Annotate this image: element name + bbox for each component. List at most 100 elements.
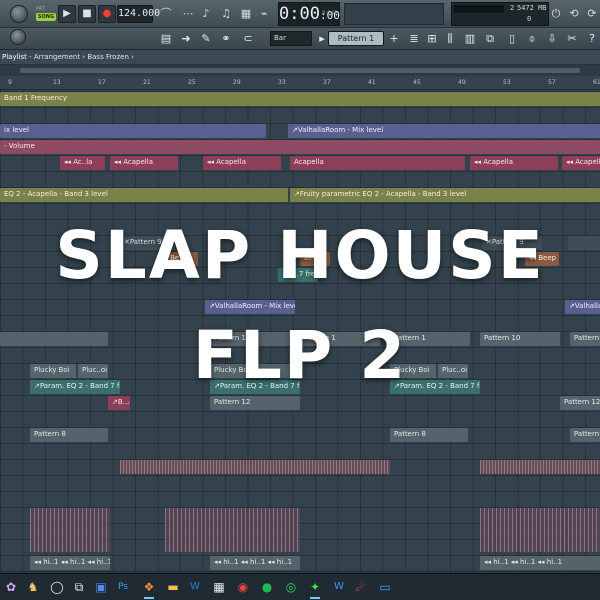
clip-band1-frequency[interactable]: Band 1 Frequency	[0, 92, 600, 106]
clip-acapella-4[interactable]: Acapella	[290, 156, 465, 170]
cpu-graph-icon[interactable]: ⏻	[548, 6, 564, 22]
undo-icon[interactable]: ⟲	[566, 6, 582, 22]
playlist-icon[interactable]: ≣	[406, 31, 422, 47]
time-display[interactable]: 0:00:00 M:S:CS	[278, 2, 340, 26]
task-view-icon[interactable]: ⧉	[70, 578, 88, 596]
clip-eq2-left[interactable]: EQ 2 - Acapella - Band 3 level	[0, 188, 288, 202]
clip-acapella-3[interactable]: ◂◂ Acapella	[203, 156, 281, 170]
word-icon[interactable]: W	[186, 578, 204, 596]
project-info-icon[interactable]: ▯	[504, 31, 520, 47]
master-volume-knob[interactable]	[10, 5, 28, 23]
clip-pattern12-a[interactable]: Pattern 12	[210, 396, 300, 410]
clip-acapella-6[interactable]: ◂◂ Acapella	[562, 156, 600, 170]
clip-mix-level-left[interactable]: ix level	[0, 124, 266, 138]
clip-valhalla-mix-2[interactable]: ↗ValhallaRoom - Mix level	[205, 300, 295, 314]
pitch-knob[interactable]	[10, 29, 26, 45]
fl-studio-2-icon[interactable]: ✦	[306, 578, 324, 599]
clip-pattern12-b[interactable]: Pattern 12	[560, 396, 600, 410]
clip-valhalla-mix-3[interactable]: ↗ValhallaR	[565, 300, 600, 314]
tempo-display[interactable]: 124.000	[117, 5, 160, 23]
clip-acapella-5[interactable]: ◂◂ Acapella	[470, 156, 558, 170]
piano-roll-icon[interactable]: ▤	[158, 31, 174, 47]
arrow-tool-icon[interactable]: ➜	[178, 31, 194, 47]
link-tool-icon[interactable]: ⚭	[218, 31, 234, 47]
wavepad-icon[interactable]: W	[330, 578, 348, 596]
clip-drums-1[interactable]	[30, 508, 110, 552]
ruler-bar-49: 49	[458, 79, 466, 86]
mixer-icon[interactable]: ⫼	[442, 31, 458, 47]
plugin-picker-icon[interactable]: ⧉	[482, 31, 498, 47]
pattern-selector[interactable]: Pattern 1	[328, 31, 384, 46]
clip-pattern8-a[interactable]: Pattern 8	[30, 428, 108, 442]
horizontal-scrollbar[interactable]	[0, 66, 600, 75]
clip-acapella-2[interactable]: ◂◂ Acapella	[110, 156, 178, 170]
cpu-value: 2	[510, 4, 515, 12]
clip-hi-row-3[interactable]: ◂◂ hi..1 ◂◂ hi..1 ◂◂ hi..1	[480, 556, 600, 570]
countdown-icon[interactable]: ⋯	[180, 6, 196, 22]
step-record-icon[interactable]: ♪	[198, 6, 214, 22]
fl-studio-icon[interactable]: ❖	[140, 578, 158, 599]
pattern-song-toggle[interactable]: PAT SONG	[36, 6, 56, 22]
zoom-icon[interactable]: ▣	[92, 578, 110, 596]
tools-icon[interactable]: ✂	[564, 31, 580, 47]
plug-icon[interactable]: ⌽	[524, 31, 540, 47]
playlist-title-bar[interactable]: Playlist - Arrangement › Bass Frozen ›	[0, 50, 600, 65]
help-icon[interactable]: ?	[584, 31, 600, 47]
redo-icon[interactable]: ⟳	[584, 6, 600, 22]
ruler-bar-13: 13	[53, 79, 61, 86]
search-icon[interactable]: ◯	[48, 578, 66, 596]
start-icon[interactable]: ✿	[2, 578, 20, 596]
magnet-icon[interactable]: ⊂	[240, 31, 256, 47]
timeline-ruler[interactable]: 9 13 17 21 25 29 33 37 41 45 49 53 57 61	[0, 76, 600, 90]
window-subtitle: - Arrangement	[26, 53, 81, 61]
hint-panel	[344, 3, 444, 25]
whatsapp-icon[interactable]: ◎	[282, 578, 300, 596]
chrome-icon[interactable]: ◉	[234, 578, 252, 596]
scrollbar-thumb[interactable]	[20, 68, 580, 73]
clip-bass-stripes-1[interactable]	[120, 460, 390, 474]
loop-record-icon[interactable]: ♫	[218, 6, 234, 22]
channel-rack-icon[interactable]: ⊞	[424, 31, 440, 47]
clip-drums-3[interactable]	[480, 508, 600, 552]
blend-notes-icon[interactable]: ⌁	[256, 6, 272, 22]
cpu-monitor: 2 5472 MB 0	[451, 2, 549, 26]
clip-acapella-1[interactable]: ◂◂ Ac..la	[60, 156, 105, 170]
ruler-bar-25: 25	[188, 79, 196, 86]
pattern-mode-label: PAT	[36, 6, 45, 12]
clip-pattern8-c[interactable]: Pattern 8	[570, 428, 600, 442]
clip-bass-stripes-2[interactable]	[480, 460, 600, 474]
overlay-title-line2: FLP 2	[192, 317, 408, 394]
ruler-bar-61: 61	[593, 79, 600, 86]
clip-hi-row-1[interactable]: ◂◂ hi..1 ◂◂ hi..1 ◂◂ hi..1	[30, 556, 110, 570]
ruler-bar-41: 41	[368, 79, 376, 86]
file-explorer-icon[interactable]: ▬	[164, 578, 182, 596]
clip-pattern8-b[interactable]: Pattern 8	[390, 428, 468, 442]
typing-keyboard-icon[interactable]: ▦	[238, 6, 254, 22]
time-unit-label: M:S:CS	[322, 10, 337, 15]
download-icon[interactable]: ⇩	[544, 31, 560, 47]
ruler-bar-37: 37	[323, 79, 331, 86]
clip-drums-2[interactable]	[165, 508, 300, 552]
snap-selector[interactable]: Bar	[270, 31, 312, 46]
metronome-icon[interactable]: ⌒	[158, 6, 174, 22]
ram-value: 5472 MB	[517, 4, 547, 12]
clip-volume[interactable]: - Volume	[0, 140, 600, 154]
nox-icon[interactable]: ☄	[352, 578, 370, 596]
windows-taskbar: ✿ ♞ ◯ ⧉ ▣ Ps ❖ ▬ W ▦ ◉ ● ◎ ✦ W ☄ ▭	[0, 573, 600, 600]
pencil-tool-icon[interactable]: ✎	[198, 31, 214, 47]
spotify-icon[interactable]: ●	[258, 578, 276, 596]
record-button[interactable]: ●	[98, 5, 116, 23]
clip-valhalla-mix-1[interactable]: ↗ValhallaRoom - Mix level	[288, 124, 600, 138]
add-pattern-button[interactable]: +	[386, 31, 402, 47]
browser-icon[interactable]: ▥	[462, 31, 478, 47]
stop-button[interactable]: ■	[78, 5, 96, 23]
clip-eq2-right[interactable]: ↗Fruity parametric EQ 2 - Acapella - Ban…	[290, 188, 600, 202]
photoshop-icon[interactable]: Ps	[114, 578, 132, 596]
play-button[interactable]: ▶	[58, 5, 76, 23]
mail-icon[interactable]: ▭	[376, 578, 394, 596]
time-main: 0:00	[279, 4, 320, 24]
clip-hi-row-2[interactable]: ◂◂ hi..1 ◂◂ hi..1 ◂◂ hi..1	[210, 556, 300, 570]
store-icon[interactable]: ▦	[210, 578, 228, 596]
clip-be-small[interactable]: ↗B...e	[108, 396, 130, 410]
pony-icon[interactable]: ♞	[24, 578, 42, 596]
